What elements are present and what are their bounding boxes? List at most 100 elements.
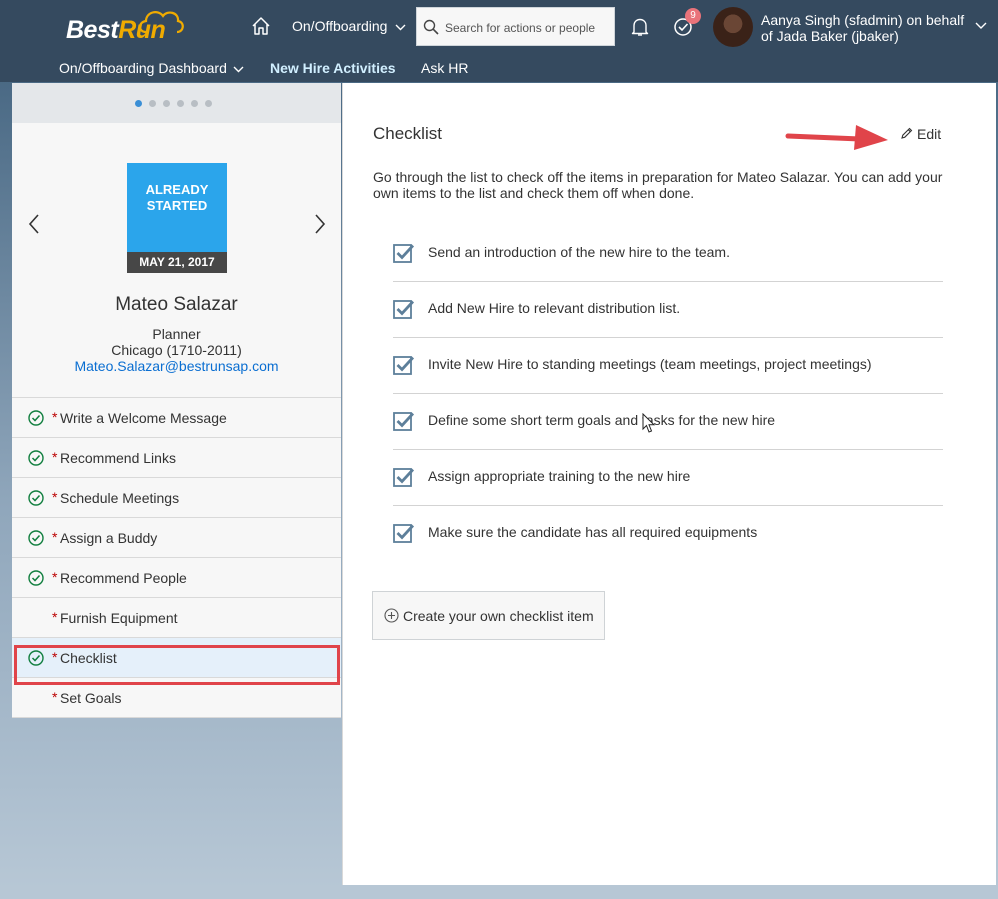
checklist-item-text: Assign appropriate training to the new h…	[428, 468, 691, 484]
required-asterisk: *	[52, 529, 58, 545]
chevron-right-icon[interactable]	[313, 213, 327, 235]
activity-label: Recommend Links	[60, 450, 176, 466]
new-hire-name: Mateo Salazar	[115, 294, 238, 315]
activity-label: Checklist	[60, 650, 117, 666]
start-date: MAY 21, 2017	[127, 252, 227, 273]
activity-recommend-links[interactable]: * Recommend Links	[12, 437, 341, 477]
annotation-arrow-icon	[785, 125, 888, 150]
search-input[interactable]	[443, 17, 615, 39]
activity-label: Set Goals	[60, 690, 122, 706]
required-asterisk: *	[52, 489, 58, 505]
activity-label: Write a Welcome Message	[60, 410, 227, 426]
pager-dot[interactable]	[177, 100, 184, 107]
search-icon[interactable]	[423, 19, 439, 35]
activity-recommend-people[interactable]: * Recommend People	[12, 557, 341, 597]
sub-navigation: On/Offboarding Dashboard New Hire Activi…	[0, 55, 998, 82]
checklist-item: Invite New Hire to standing meetings (te…	[393, 338, 943, 394]
new-hire-sidebar: ALREADY STARTED MAY 21, 2017 Mateo Salaz…	[12, 83, 341, 885]
required-asterisk: *	[52, 689, 58, 705]
create-checklist-item-label: Create your own checklist item	[403, 608, 594, 624]
required-asterisk: *	[52, 609, 58, 625]
status-line-1: ALREADY	[145, 182, 209, 197]
create-checklist-item-button[interactable]: Create your own checklist item	[372, 591, 605, 640]
module-menu[interactable]: On/Offboarding	[292, 18, 406, 34]
checkbox-checked-icon[interactable]	[393, 522, 415, 544]
activity-set-goals[interactable]: * Set Goals	[12, 677, 341, 718]
checklist-item: Assign appropriate training to the new h…	[393, 450, 943, 506]
activity-label: Furnish Equipment	[60, 610, 178, 626]
checklist-item-text: Send an introduction of the new hire to …	[428, 244, 730, 260]
pager-dot[interactable]	[191, 100, 198, 107]
chevron-down-icon	[233, 66, 244, 73]
activity-label: Schedule Meetings	[60, 490, 180, 506]
checkbox-checked-icon[interactable]	[393, 410, 415, 432]
search-box	[416, 7, 615, 46]
chevron-down-icon	[395, 24, 406, 31]
pager-dot[interactable]	[135, 100, 142, 107]
checklist-item: Make sure the candidate has all required…	[393, 506, 943, 562]
subnav-dashboard[interactable]: On/Offboarding Dashboard	[59, 60, 244, 76]
check-circle-icon	[28, 410, 44, 426]
pager-dot[interactable]	[163, 100, 170, 107]
activity-label: Assign a Buddy	[60, 530, 158, 546]
check-circle-icon	[28, 450, 44, 466]
checkbox-checked-icon[interactable]	[393, 354, 415, 376]
checklist: Send an introduction of the new hire to …	[393, 226, 943, 562]
home-icon[interactable]	[251, 16, 271, 36]
subnav-new-hire-activities[interactable]: New Hire Activities	[270, 60, 396, 76]
status-line-2: STARTED	[146, 198, 208, 213]
user-name[interactable]: Aanya Singh (sfadmin) on behalf of Jada …	[761, 12, 971, 44]
carousel-pager	[12, 83, 341, 123]
chevron-down-icon[interactable]	[975, 22, 987, 30]
pager-dot[interactable]	[149, 100, 156, 107]
subnav-dashboard-label: On/Offboarding Dashboard	[59, 60, 227, 76]
shell-header: BestRun On/Offboarding 9 Aanya Singh (sf…	[0, 0, 998, 55]
checkbox-checked-icon[interactable]	[393, 242, 415, 264]
activity-checklist[interactable]: * Checklist	[12, 637, 341, 677]
checklist-description: Go through the list to check off the ite…	[373, 169, 943, 201]
new-hire-role: Planner	[152, 326, 201, 342]
activity-assign-buddy[interactable]: * Assign a Buddy	[12, 517, 341, 557]
subnav-ask-hr[interactable]: Ask HR	[421, 60, 468, 76]
add-circle-icon	[384, 608, 399, 623]
new-hire-location: Chicago (1710-2011)	[111, 342, 242, 358]
todo-count-badge: 9	[685, 8, 701, 24]
pager-dot[interactable]	[205, 100, 212, 107]
checklist-panel: Checklist Edit Go through the list to ch…	[342, 83, 996, 885]
check-circle-icon	[28, 530, 44, 546]
check-circle-icon	[28, 570, 44, 586]
check-circle-icon	[28, 490, 44, 506]
required-asterisk: *	[52, 569, 58, 585]
checklist-item-text: Make sure the candidate has all required…	[428, 524, 758, 540]
checklist-item-text: Define some short term goals and tasks f…	[428, 412, 776, 428]
checklist-item: Define some short term goals and tasks f…	[393, 394, 943, 450]
checkbox-checked-icon[interactable]	[393, 298, 415, 320]
required-asterisk: *	[52, 649, 58, 665]
required-asterisk: *	[52, 409, 58, 425]
checkbox-checked-icon[interactable]	[393, 466, 415, 488]
activity-schedule-meetings[interactable]: * Schedule Meetings	[12, 477, 341, 517]
start-status-tile: ALREADY STARTED MAY 21, 2017	[127, 163, 227, 273]
page-title: Checklist	[373, 124, 442, 143]
checklist-item: Send an introduction of the new hire to …	[393, 226, 943, 282]
checklist-item-text: Invite New Hire to standing meetings (te…	[428, 356, 872, 372]
activity-write-welcome-message[interactable]: * Write a Welcome Message	[12, 397, 341, 437]
status-text: ALREADY STARTED	[127, 182, 227, 214]
checklist-item-text: Add New Hire to relevant distribution li…	[428, 300, 681, 316]
new-hire-card: ALREADY STARTED MAY 21, 2017 Mateo Salaz…	[12, 123, 341, 397]
checklist-item: Add New Hire to relevant distribution li…	[393, 282, 943, 338]
new-hire-email-link[interactable]: Mateo.Salazar@bestrunsap.com	[12, 358, 341, 374]
check-circle-icon	[28, 650, 44, 666]
bell-icon[interactable]	[631, 17, 649, 37]
activity-list: * Write a Welcome Message * Recommend Li…	[12, 397, 341, 718]
module-menu-label: On/Offboarding	[292, 18, 388, 34]
required-asterisk: *	[52, 449, 58, 465]
page-footer-strip	[0, 885, 998, 899]
avatar[interactable]	[713, 7, 753, 47]
cloud-icon	[138, 11, 184, 34]
activity-furnish-equipment[interactable]: * Furnish Equipment	[12, 597, 341, 637]
pencil-icon	[901, 127, 913, 139]
edit-button[interactable]: Edit	[900, 126, 941, 142]
edit-label: Edit	[917, 126, 942, 142]
chevron-left-icon[interactable]	[27, 213, 41, 235]
